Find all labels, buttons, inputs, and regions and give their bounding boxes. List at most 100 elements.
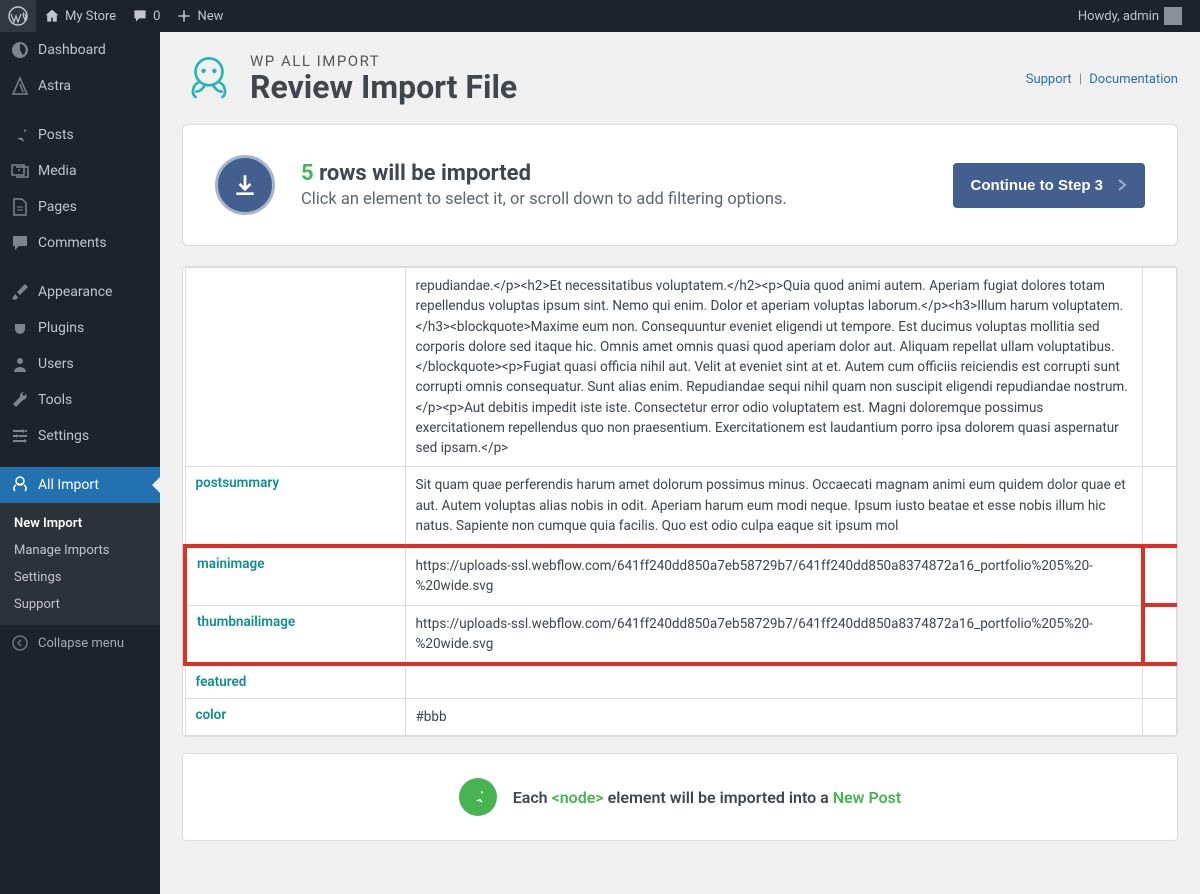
field-value: repudiandae.</p><h2>Et necessitatibus vo… [405, 268, 1143, 467]
import-data-table: repudiandae.</p><h2>Et necessitatibus vo… [182, 266, 1178, 737]
sidebar-item-users[interactable]: Users [0, 346, 160, 382]
avatar [1164, 7, 1182, 25]
menu-label: Plugins [38, 320, 84, 336]
menu-label: Dashboard [38, 42, 106, 58]
toggle-cell [1143, 467, 1177, 546]
menu-label: Pages [38, 199, 77, 215]
pin-icon [10, 125, 30, 145]
field-key: postsummary [196, 475, 280, 491]
comment-icon [132, 8, 148, 24]
menu-label: Appearance [38, 284, 112, 300]
continue-label: Continue to Step 3 [971, 177, 1104, 194]
wrench-icon [10, 390, 30, 410]
rows-count-title: 5 rows will be imported [301, 161, 787, 186]
home-icon [44, 8, 60, 24]
user-icon [10, 354, 30, 374]
submenu-support[interactable]: Support [0, 591, 160, 618]
submenu-settings[interactable]: Settings [0, 564, 160, 591]
menu-label: Posts [38, 127, 74, 143]
sidebar-item-settings[interactable]: Settings [0, 418, 160, 454]
field-value: https://uploads-ssl.webflow.com/641ff240… [405, 546, 1143, 605]
field-value: Sit quam quae perferendis harum amet dol… [405, 467, 1143, 546]
admin-sidebar: Dashboard Astra Posts Media Pages Commen… [0, 32, 160, 894]
submenu-manage-imports[interactable]: Manage Imports [0, 537, 160, 564]
toggle-cell [1143, 664, 1177, 699]
sidebar-item-tools[interactable]: Tools [0, 382, 160, 418]
support-link[interactable]: Support [1026, 72, 1072, 87]
sidebar-item-posts[interactable]: Posts [0, 117, 160, 153]
admin-toolbar: My Store 0 New Howdy, admin [0, 0, 1200, 32]
menu-label: Comments [38, 235, 107, 251]
astra-icon [10, 76, 30, 96]
toolbar-left: My Store 0 New [0, 0, 231, 32]
collapse-menu[interactable]: Collapse menu [0, 625, 160, 661]
table-row[interactable]: postsummary Sit quam quae perferendis ha… [185, 467, 1177, 546]
sidebar-item-comments[interactable]: Comments [0, 225, 160, 261]
field-value: https://uploads-ssl.webflow.com/641ff240… [405, 605, 1143, 664]
pin-circle-icon [459, 778, 497, 816]
wpallimport-logo-icon [182, 52, 236, 106]
download-icon [215, 155, 275, 215]
howdy-text: Howdy, admin [1078, 9, 1159, 24]
sidebar-item-all-import[interactable]: All Import [0, 467, 160, 503]
collapse-label: Collapse menu [38, 636, 124, 651]
documentation-link[interactable]: Documentation [1089, 72, 1178, 87]
sidebar-item-dashboard[interactable]: Dashboard [0, 32, 160, 68]
plug-icon [10, 318, 30, 338]
wordpress-icon [8, 6, 28, 26]
table-row[interactable]: featured [185, 664, 1177, 699]
footer-middle: element will be imported into a [608, 788, 829, 807]
media-icon [10, 161, 30, 181]
menu-label: All Import [38, 477, 99, 493]
table-row-highlighted[interactable]: mainimage https://uploads-ssl.webflow.co… [185, 546, 1177, 605]
menu-label: Tools [38, 392, 72, 408]
sidebar-item-pages[interactable]: Pages [0, 189, 160, 225]
table-row[interactable]: color #bbb [185, 699, 1177, 736]
row-count: 5 [301, 161, 314, 186]
site-name-link[interactable]: My Store [36, 0, 124, 32]
footer-newpost: New Post [833, 788, 902, 807]
row-count-label: rows will be imported [319, 161, 531, 186]
menu-label: Users [38, 356, 74, 372]
comments-link[interactable]: 0 [124, 0, 168, 32]
new-content-link[interactable]: New [168, 0, 231, 32]
sidebar-item-astra[interactable]: Astra [0, 68, 160, 104]
comments-icon [10, 233, 30, 253]
table-row-highlighted[interactable]: thumbnailimage https://uploads-ssl.webfl… [185, 605, 1177, 664]
link-separator: | [1079, 72, 1082, 87]
import-summary-text: 5 rows will be imported Click an element… [301, 161, 787, 209]
page-title: Review Import File [250, 68, 517, 106]
field-key: thumbnailimage [197, 614, 295, 630]
footer-node: <node> [552, 788, 604, 807]
field-key: color [196, 707, 227, 723]
footer-each: Each [513, 788, 548, 807]
header-text: WP ALL IMPORT Review Import File [250, 52, 517, 106]
sidebar-item-media[interactable]: Media [0, 153, 160, 189]
page-header: WP ALL IMPORT Review Import File Support… [182, 52, 1178, 106]
import-summary-left: 5 rows will be imported Click an element… [215, 155, 787, 215]
all-import-submenu: New Import Manage Imports Settings Suppo… [0, 503, 160, 625]
sliders-icon [10, 426, 30, 446]
field-key: featured [196, 674, 247, 690]
toggle-cell [1143, 699, 1177, 736]
toolbar-right: Howdy, admin [1070, 0, 1200, 32]
submenu-new-import[interactable]: New Import [0, 510, 160, 537]
field-key: mainimage [197, 556, 264, 572]
table-row[interactable]: repudiandae.</p><h2>Et necessitatibus vo… [185, 268, 1177, 467]
comment-count: 0 [153, 9, 160, 24]
menu-label: Astra [38, 78, 71, 94]
import-icon [10, 475, 30, 495]
import-footer-box: Each <node> element will be imported int… [182, 753, 1178, 841]
sidebar-item-plugins[interactable]: Plugins [0, 310, 160, 346]
wp-logo-menu[interactable] [0, 0, 36, 32]
sidebar-item-appearance[interactable]: Appearance [0, 274, 160, 310]
page-icon [10, 197, 30, 217]
brush-icon [10, 282, 30, 302]
dashboard-icon [10, 40, 30, 60]
account-link[interactable]: Howdy, admin [1070, 0, 1190, 32]
chevron-right-icon [1117, 178, 1127, 192]
header-left: WP ALL IMPORT Review Import File [182, 52, 517, 106]
header-links: Support | Documentation [1026, 72, 1178, 87]
toggle-cell [1143, 268, 1177, 467]
continue-button[interactable]: Continue to Step 3 [953, 163, 1146, 208]
